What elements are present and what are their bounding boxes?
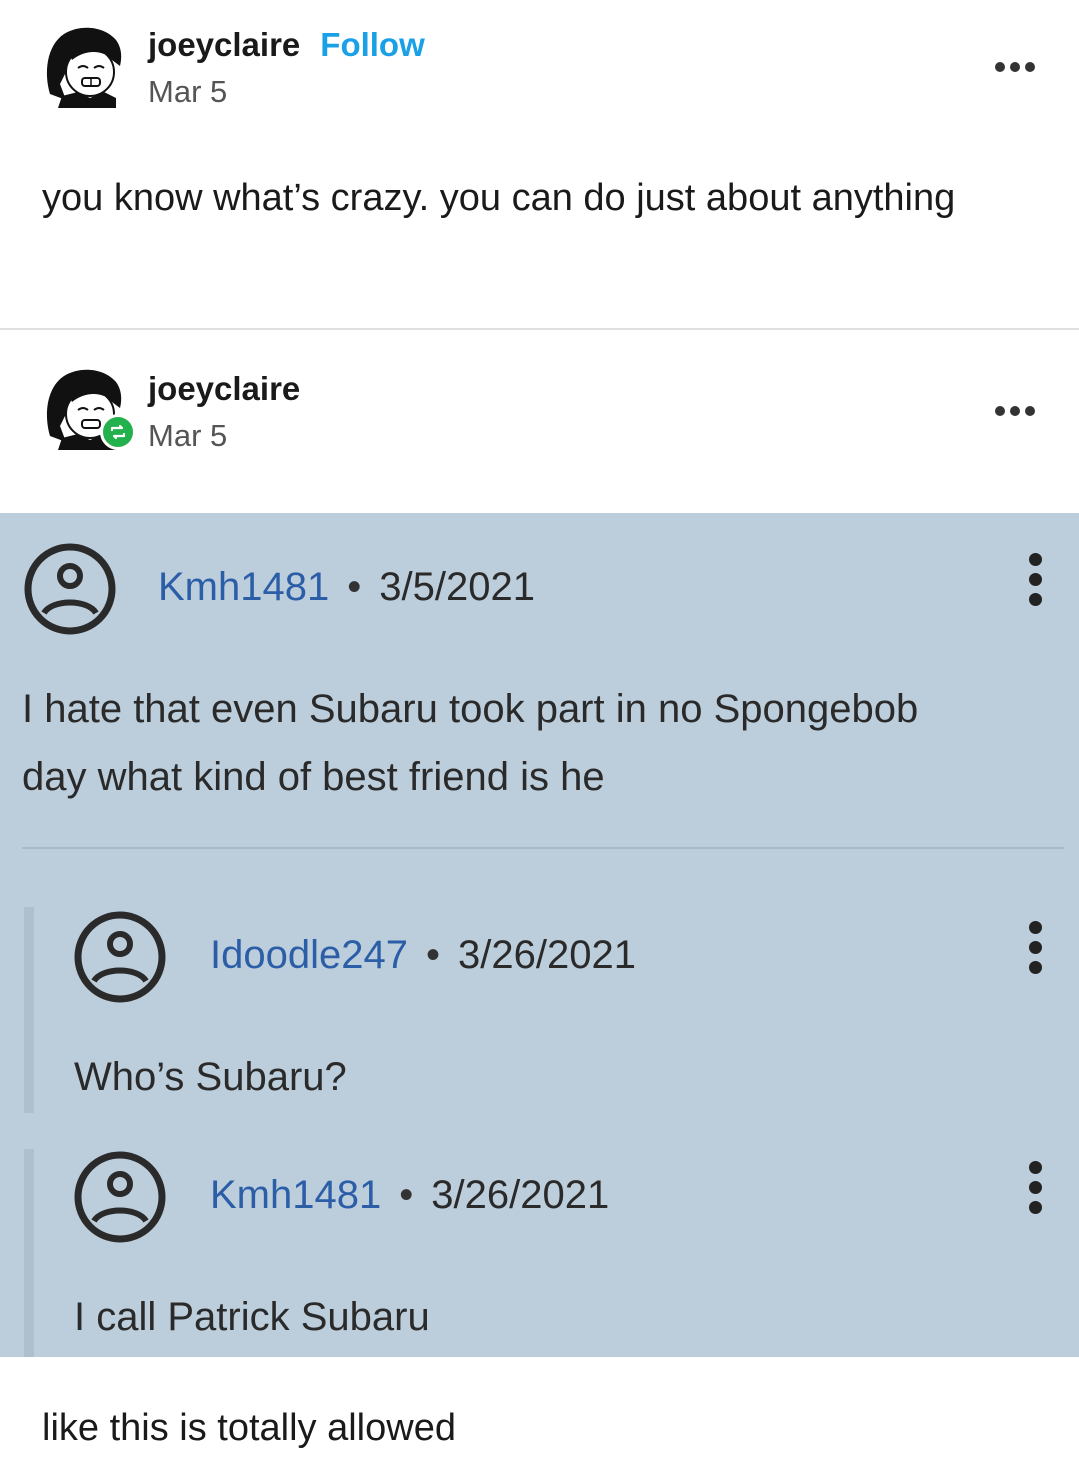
default-user-avatar-icon (24, 543, 116, 635)
more-vertical-icon (1029, 921, 1042, 974)
follow-button[interactable]: Follow (320, 26, 424, 64)
post-date: Mar 5 (148, 74, 228, 109)
more-vertical-icon (1029, 1161, 1042, 1214)
comment-username: Kmh1481 (158, 565, 330, 609)
more-vertical-icon (1029, 553, 1042, 606)
reply-thread-line (24, 1149, 34, 1357)
reply-date: 3/26/2021 (457, 933, 636, 977)
reblog-caption: like this is totally allowed (42, 1407, 456, 1449)
comment-date: 3/5/2021 (379, 565, 535, 609)
default-user-avatar-icon (74, 911, 166, 1003)
reply-username: Idoodle247 (210, 933, 408, 977)
reply-separator: • (425, 933, 440, 977)
reblog-icon (100, 414, 136, 450)
reply-username: Kmh1481 (210, 1173, 382, 1217)
post-author[interactable]: joeyclaire (148, 26, 300, 64)
reply-text: I call Patrick Subaru (74, 1295, 430, 1339)
reply-separator: • (399, 1173, 414, 1217)
post-divider (0, 328, 1079, 330)
default-user-avatar-icon (74, 1151, 166, 1243)
post-body: you know what’s crazy. you can do just a… (42, 177, 956, 219)
reply-thread-line (24, 907, 34, 1113)
cartoon-avatar-icon (46, 27, 122, 108)
post-avatar[interactable] (42, 24, 126, 113)
comment-separator: • (347, 565, 362, 609)
reply-date: 3/26/2021 (431, 1173, 610, 1217)
more-horizontal-icon[interactable] (995, 62, 1035, 72)
more-horizontal-icon[interactable] (995, 406, 1035, 416)
reblog-date: Mar 5 (148, 418, 228, 453)
reply-text: Who’s Subaru? (74, 1055, 347, 1099)
reblog-author[interactable]: joeyclaire (148, 370, 300, 408)
reblog-avatar[interactable] (42, 366, 138, 454)
comment-screenshot: Kmh1481 • 3/5/2021 I hate that even Suba… (0, 513, 1079, 1357)
comment-text: I hate that even Subaru took part in no … (22, 687, 919, 799)
comment-divider (22, 847, 1064, 849)
